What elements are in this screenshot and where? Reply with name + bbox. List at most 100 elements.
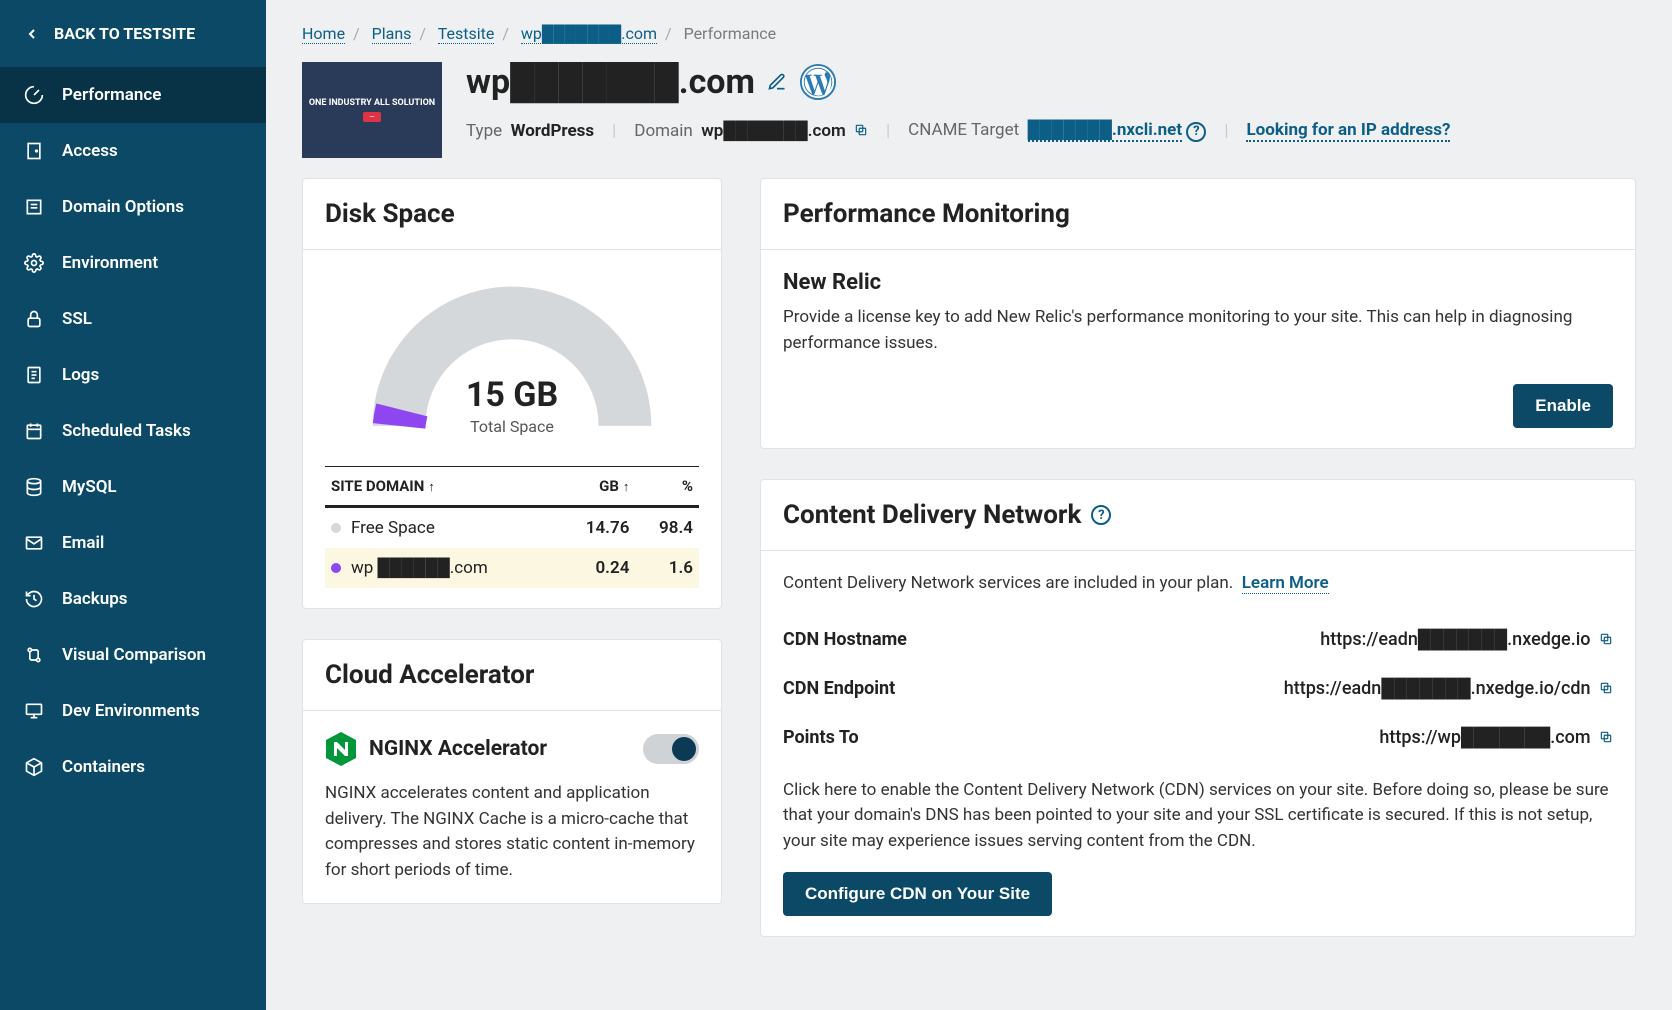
disk-table: SITE DOMAIN↑ GB↑ % Free Space 14.76 98.4 xyxy=(325,466,699,588)
compare-icon xyxy=(24,645,44,665)
back-label: BACK TO TESTSITE xyxy=(54,24,195,43)
gauge-value: 15 GB xyxy=(362,375,662,415)
nav-label: MySQL xyxy=(62,477,117,497)
nginx-icon xyxy=(325,731,357,767)
nav-label: Environment xyxy=(62,253,158,273)
copy-icon[interactable] xyxy=(1599,730,1613,744)
site-thumbnail[interactable]: ONE INDUSTRY ALL SOLUTION — xyxy=(302,62,442,158)
newrelic-heading: New Relic xyxy=(783,270,1613,295)
back-to-site-link[interactable]: BACK TO TESTSITE xyxy=(0,0,266,67)
sidebar-item-dev-environments[interactable]: Dev Environments xyxy=(0,683,266,739)
enable-newrelic-button[interactable]: Enable xyxy=(1513,384,1613,428)
breadcrumb-plans[interactable]: Plans xyxy=(372,24,412,44)
thumb-promo: ONE INDUSTRY ALL SOLUTION xyxy=(309,98,435,108)
wordpress-icon xyxy=(799,63,837,101)
nav-label: Email xyxy=(62,533,104,553)
sidebar-item-backups[interactable]: Backups xyxy=(0,571,266,627)
performance-monitoring-title: Performance Monitoring xyxy=(761,179,1635,250)
nav-label: Domain Options xyxy=(62,197,184,217)
disk-col-gb[interactable]: GB↑ xyxy=(558,467,635,507)
cdn-learn-more-link[interactable]: Learn More xyxy=(1242,573,1329,594)
copy-icon[interactable] xyxy=(1599,632,1613,646)
sidebar-item-email[interactable]: Email xyxy=(0,515,266,571)
type-value: WordPress xyxy=(511,121,595,141)
sidebar-item-ssl[interactable]: SSL xyxy=(0,291,266,347)
breadcrumb-home[interactable]: Home xyxy=(302,24,345,44)
nginx-accelerator-label: NGINX Accelerator xyxy=(369,737,631,761)
nav-label: Backups xyxy=(62,589,128,609)
nav-label: Performance xyxy=(62,85,161,105)
disk-col-domain[interactable]: SITE DOMAIN↑ xyxy=(325,467,558,507)
cdn-card: Content Delivery Network ? Content Deliv… xyxy=(760,479,1636,937)
cdn-points-to-row: Points To https://wp███████.com xyxy=(783,713,1613,762)
type-label: Type xyxy=(466,121,502,141)
sidebar-item-scheduled-tasks[interactable]: Scheduled Tasks xyxy=(0,403,266,459)
nav-label: Dev Environments xyxy=(62,701,200,721)
cdn-hostname-row: CDN Hostname https://eadn███████.nxedge.… xyxy=(783,615,1613,664)
sidebar-item-access[interactable]: Access xyxy=(0,123,266,179)
nav-label: Logs xyxy=(62,365,99,385)
gauge-icon xyxy=(24,85,44,105)
gauge-sub: Total Space xyxy=(362,417,662,436)
sidebar-item-logs[interactable]: Logs xyxy=(0,347,266,403)
nav-label: SSL xyxy=(62,309,92,329)
package-icon xyxy=(24,757,44,777)
nav-label: Visual Comparison xyxy=(62,645,206,665)
performance-monitoring-card: Performance Monitoring New Relic Provide… xyxy=(760,178,1636,449)
cdn-title: Content Delivery Network ? xyxy=(761,480,1635,551)
database-icon xyxy=(24,477,44,497)
disk-col-pct[interactable]: % xyxy=(635,467,699,507)
sidebar-item-environment[interactable]: Environment xyxy=(0,235,266,291)
cdn-intro: Content Delivery Network services are in… xyxy=(783,571,1613,597)
cname-value[interactable]: ███████.nxcli.net xyxy=(1028,120,1183,142)
sort-up-icon: ↑ xyxy=(623,480,630,495)
gear-icon xyxy=(24,253,44,273)
lock-icon xyxy=(24,309,44,329)
sidebar-item-containers[interactable]: Containers xyxy=(0,739,266,795)
copy-icon[interactable] xyxy=(854,123,868,137)
mail-icon xyxy=(24,533,44,553)
nginx-desc: NGINX accelerates content and applicatio… xyxy=(325,781,699,883)
sidebar-item-mysql[interactable]: MySQL xyxy=(0,459,266,515)
nginx-toggle[interactable] xyxy=(643,734,699,764)
sidebar: BACK TO TESTSITE Performance Access Doma… xyxy=(0,0,266,1010)
disk-row-site: wp ██████.com 0.24 1.6 xyxy=(325,548,699,588)
domain-value: wp███████.com xyxy=(701,121,846,141)
ip-address-link[interactable]: Looking for an IP address? xyxy=(1246,120,1450,142)
cloud-accelerator-title: Cloud Accelerator xyxy=(303,640,721,711)
disk-space-title: Disk Space xyxy=(303,179,721,250)
sidebar-item-performance[interactable]: Performance xyxy=(0,67,266,123)
cdn-desc: Click here to enable the Content Deliver… xyxy=(783,778,1613,855)
chevron-left-icon xyxy=(24,26,40,42)
cloud-accelerator-card: Cloud Accelerator NGINX Accelerator NGIN… xyxy=(302,639,722,904)
site-title-text: wp███████.com xyxy=(466,62,755,102)
domain-label: Domain xyxy=(634,121,693,141)
sort-up-icon: ↑ xyxy=(428,480,435,495)
help-icon[interactable]: ? xyxy=(1091,505,1111,525)
breadcrumb: Home/ Plans/ Testsite/ wp███████.com/ Pe… xyxy=(302,24,1636,44)
cname-label: CNAME Target xyxy=(908,120,1019,140)
site-meta: Type WordPress | Domain wp███████.com | … xyxy=(466,120,1636,142)
breadcrumb-testsite[interactable]: Testsite xyxy=(438,24,495,44)
sidebar-item-visual-comparison[interactable]: Visual Comparison xyxy=(0,627,266,683)
nav-label: Scheduled Tasks xyxy=(62,421,191,441)
disk-row-free: Free Space 14.76 98.4 xyxy=(325,507,699,549)
nav-label: Containers xyxy=(62,757,145,777)
help-icon[interactable]: ? xyxy=(1186,122,1206,142)
legend-dot-gray xyxy=(331,523,341,533)
main-content: Home/ Plans/ Testsite/ wp███████.com/ Pe… xyxy=(266,0,1672,1010)
legend-dot-purple xyxy=(331,563,341,573)
breadcrumb-domain[interactable]: wp███████.com xyxy=(521,24,657,44)
copy-icon[interactable] xyxy=(1599,681,1613,695)
monitor-icon xyxy=(24,701,44,721)
sidebar-item-domain-options[interactable]: Domain Options xyxy=(0,179,266,235)
door-icon xyxy=(24,141,44,161)
disk-space-card: Disk Space 15 GB Total Space xyxy=(302,178,722,609)
thumb-cta: — xyxy=(363,112,380,122)
edit-icon[interactable] xyxy=(767,72,787,92)
breadcrumb-current: Performance xyxy=(684,24,777,43)
configure-cdn-button[interactable]: Configure CDN on Your Site xyxy=(783,872,1052,916)
newrelic-desc: Provide a license key to add New Relic's… xyxy=(783,305,1613,356)
nav-label: Access xyxy=(62,141,118,161)
list-icon xyxy=(24,197,44,217)
